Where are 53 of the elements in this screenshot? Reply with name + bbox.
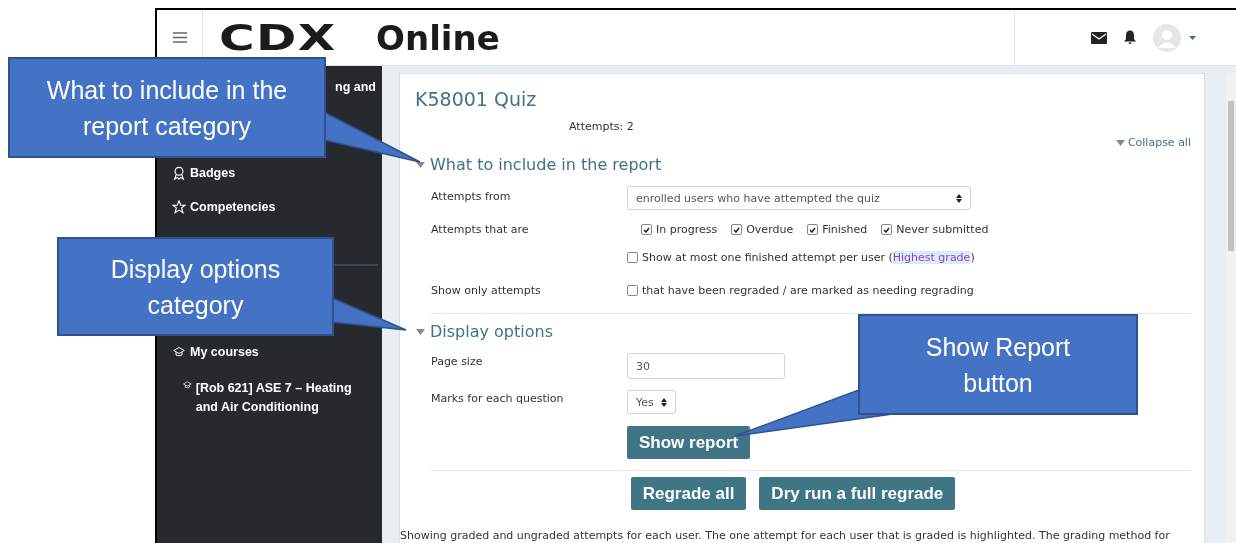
show-report-button[interactable]: Show report xyxy=(627,426,751,459)
checkbox[interactable] xyxy=(641,224,652,235)
envelope-icon[interactable] xyxy=(1091,31,1107,44)
field-label: Marks for each question xyxy=(431,391,565,405)
sidebar-item[interactable]: [Rob 621] ASE 7 – Heating and Air Conditioning xyxy=(157,379,372,417)
updown-icon xyxy=(661,397,667,407)
bell-icon[interactable] xyxy=(1123,30,1137,45)
checkbox[interactable] xyxy=(627,285,638,296)
checkbox-label[interactable]: Finished xyxy=(807,223,868,236)
checkbox[interactable] xyxy=(807,224,819,235)
page-title: K58001 Quiz xyxy=(415,88,538,110)
field-label: Attempts that are xyxy=(431,222,530,236)
action-button[interactable]: Regrade all xyxy=(630,477,747,510)
sidebar-item[interactable]: Competencies xyxy=(157,200,382,214)
action-button[interactable]: Dry run a full regrade xyxy=(759,477,956,510)
sidebar-item[interactable]: My courses xyxy=(157,345,382,359)
scrollbar[interactable] xyxy=(1226,73,1236,543)
checkbox-label[interactable]: Never submitted xyxy=(881,223,989,236)
checkbox-label[interactable]: In progress xyxy=(641,223,718,236)
star-icon xyxy=(172,200,186,214)
input-field[interactable]: 30 xyxy=(627,353,785,379)
graduation-cap-icon xyxy=(172,346,186,358)
menu-icon[interactable] xyxy=(172,32,187,43)
checkbox[interactable] xyxy=(881,224,893,235)
graduation-cap-icon xyxy=(183,379,192,391)
caret-icon[interactable] xyxy=(1189,35,1196,40)
select-field[interactable]: Yes xyxy=(627,390,676,414)
callout: Show Report button xyxy=(858,314,1138,415)
callout: What to include in the report category xyxy=(8,57,326,158)
sidebar-item[interactable]: ng and xyxy=(335,80,376,94)
logo-mark: CDX xyxy=(219,17,337,58)
section-header[interactable]: What to include in the report xyxy=(416,155,1191,174)
field-label: Attempts from xyxy=(431,189,512,203)
triangle-icon xyxy=(416,328,425,335)
field-label: Page size xyxy=(431,354,484,368)
ribbon-icon xyxy=(172,166,186,180)
triangle-icon xyxy=(416,161,425,168)
updown-icon xyxy=(956,193,962,203)
collapse-all-link[interactable]: Collapse all xyxy=(1115,136,1191,149)
checkbox[interactable] xyxy=(731,224,743,235)
checkbox-label[interactable]: Overdue xyxy=(731,223,794,236)
checkbox-label[interactable]: that have been regraded / are marked as needing regrading xyxy=(627,284,1191,297)
field-label: Show only attempts xyxy=(431,283,542,297)
description-text: Showing graded and ungraded attempts for each user. The one attempt for each user that is graded is highlighted. The grading method for xyxy=(400,529,1171,542)
highest-grade-link[interactable]: Highest grade xyxy=(892,251,971,264)
callout: Display options category xyxy=(57,237,334,336)
sidebar-item[interactable]: Badges xyxy=(157,166,382,180)
triangle-icon xyxy=(1115,139,1125,146)
select-field[interactable]: enrolled users who have attempted the quiz xyxy=(627,186,971,210)
checkbox-label[interactable]: Show at most one finished attempt per user (Highest grade) xyxy=(627,251,1191,264)
attempts-count: Attempts: 2 xyxy=(569,120,635,133)
logo-text: Online xyxy=(376,17,500,58)
checkbox[interactable] xyxy=(627,252,638,263)
